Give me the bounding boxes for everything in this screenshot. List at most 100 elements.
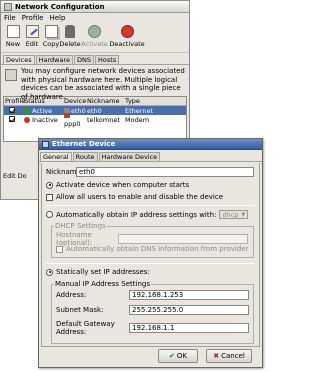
nickname-field[interactable]: eth0 xyxy=(76,167,254,177)
profile-checkbox[interactable] xyxy=(9,106,15,113)
ethernet-titlebar: Ethernet Device xyxy=(39,139,262,150)
table-row[interactable]: Active eth0 eth0 Ethernet xyxy=(4,106,186,115)
tab-hardware[interactable]: Hardware xyxy=(35,55,74,64)
copy-icon xyxy=(44,25,58,38)
static-ip-row[interactable]: Statically set IP addresses: xyxy=(46,268,150,276)
window-icon xyxy=(42,140,49,148)
menubar: File Profile Help xyxy=(1,13,189,23)
subnet-field[interactable]: 255.255.255.0 xyxy=(129,305,249,315)
col-type[interactable]: Type xyxy=(125,97,155,105)
address-field[interactable]: 192.168.1.253 xyxy=(129,290,249,300)
activate-icon xyxy=(88,25,101,38)
chevron-down-icon: ▼ xyxy=(241,211,246,218)
tab-hardware-device[interactable]: Hardware Device xyxy=(98,152,161,161)
netconfig-titlebar: Network Configuration xyxy=(1,1,189,13)
devices-info-text: You may configure network devices associ… xyxy=(21,67,185,101)
gateway-label: Default Gateway Address: xyxy=(56,320,115,336)
address-label: Address: xyxy=(56,291,87,299)
auto-ip-label: Automatically obtain IP address settings… xyxy=(56,210,217,219)
nickname-row: Nickname: eth0 xyxy=(46,167,254,177)
tab-hosts[interactable]: Hosts xyxy=(95,55,120,64)
ethernet-tabs: General Route Hardware Device xyxy=(39,152,262,162)
static-ip-label: Statically set IP addresses: xyxy=(56,268,150,276)
auto-ip-radio[interactable] xyxy=(46,211,53,218)
separator xyxy=(46,205,255,206)
tab-route[interactable]: Route xyxy=(72,152,98,161)
tab-general[interactable]: General xyxy=(40,152,72,161)
network-card-icon xyxy=(5,69,17,81)
ok-icon: ✔ xyxy=(169,352,175,360)
dialog-buttons: ✔ OK ✖ Cancel xyxy=(39,349,262,363)
activate-on-start-row[interactable]: Activate device when computer starts xyxy=(46,181,189,189)
deactivate-button[interactable]: Deactivate xyxy=(109,25,145,48)
menu-file[interactable]: File xyxy=(4,14,16,22)
hostname-field[interactable] xyxy=(118,234,248,244)
address-row: Address: 192.168.1.253 xyxy=(56,290,249,300)
profile-checkbox[interactable] xyxy=(9,115,15,122)
dhcp-method-select[interactable]: dhcp ▼ xyxy=(219,210,249,219)
edit-icon xyxy=(25,25,39,38)
auto-ip-row[interactable]: Automatically obtain IP address settings… xyxy=(46,210,249,219)
dhcp-settings-label: DHCP Settings xyxy=(54,222,107,230)
dhcp-method-value: dhcp xyxy=(222,210,239,219)
edit-devices-label: Edit Do xyxy=(3,172,27,180)
gateway-row: Default Gateway Address: 192.168.1.1 xyxy=(56,320,249,336)
device-table: Profile Status Device Nickname Type Acti… xyxy=(3,96,187,142)
active-status-icon xyxy=(24,107,30,114)
ethernet-title: Ethernet Device xyxy=(52,140,116,148)
ok-button[interactable]: ✔ OK xyxy=(158,349,198,363)
cancel-button[interactable]: ✖ Cancel xyxy=(206,349,252,363)
activate-on-start-checkbox[interactable] xyxy=(46,181,53,189)
netconfig-title: Network Configuration xyxy=(15,2,105,11)
delete-icon xyxy=(65,25,75,38)
tab-devices[interactable]: Devices xyxy=(3,55,35,64)
auto-dns-label: Automatically obtain DNS information fro… xyxy=(66,245,249,253)
auto-dns-row[interactable]: Automatically obtain DNS information fro… xyxy=(56,245,248,253)
row-nickname: eth0 xyxy=(87,106,102,115)
table-row[interactable]: Inactive ppp0 telkomnet Modem xyxy=(4,113,186,128)
row-status: Inactive xyxy=(32,115,58,124)
copy-button[interactable]: Copy xyxy=(42,25,60,48)
cancel-icon: ✖ xyxy=(213,352,220,360)
new-button[interactable]: New xyxy=(4,25,22,48)
subnet-label: Subnet Mask: xyxy=(56,306,104,314)
subnet-row: Subnet Mask: 255.255.255.0 xyxy=(56,305,249,315)
activate-on-start-label: Activate device when computer starts xyxy=(56,181,190,189)
row-status: Active xyxy=(32,106,53,115)
cancel-label: Cancel xyxy=(221,352,245,360)
edit-button[interactable]: Edit xyxy=(23,25,41,48)
delete-label: Delete xyxy=(59,40,81,48)
row-type: Ethernet xyxy=(125,106,153,115)
activate-label: Activate xyxy=(81,40,108,48)
tab-dns[interactable]: DNS xyxy=(74,55,95,64)
row-type: Modem xyxy=(125,115,150,124)
copy-label: Copy xyxy=(42,40,60,48)
auto-dns-checkbox[interactable] xyxy=(56,245,63,253)
allow-users-label: Allow all users to enable and disable th… xyxy=(56,193,224,201)
delete-button[interactable]: Delete xyxy=(59,25,81,48)
col-nickname[interactable]: Nickname xyxy=(87,97,125,105)
manual-ip-group-label: Manual IP Address Settings xyxy=(54,280,151,288)
deactivate-label: Deactivate xyxy=(109,40,145,48)
deactivate-icon xyxy=(120,25,134,38)
gateway-field[interactable]: 192.168.1.1 xyxy=(129,323,249,333)
netconfig-tabs: Devices Hardware DNS Hosts xyxy=(1,55,189,65)
col-status[interactable]: Status xyxy=(24,97,64,105)
modem-icon xyxy=(64,113,70,118)
menu-help[interactable]: Help xyxy=(49,14,65,22)
devices-info: You may configure network devices associ… xyxy=(1,65,189,101)
ok-label: OK xyxy=(176,352,187,360)
device-table-header: Profile Status Device Nickname Type xyxy=(4,97,186,106)
menu-profile[interactable]: Profile xyxy=(22,14,44,22)
ethernet-device-dialog: Ethernet Device General Route Hardware D… xyxy=(38,138,263,368)
row-nickname: telkomnet xyxy=(87,115,120,124)
activate-button[interactable]: Activate xyxy=(80,25,109,48)
allow-users-row[interactable]: Allow all users to enable and disable th… xyxy=(46,193,223,201)
window-icon xyxy=(4,2,12,11)
allow-users-checkbox[interactable] xyxy=(46,193,53,201)
col-profile[interactable]: Profile xyxy=(4,97,25,105)
static-ip-radio[interactable] xyxy=(46,268,53,276)
new-icon xyxy=(6,25,20,38)
col-device[interactable]: Device xyxy=(64,97,87,105)
general-panel: Nickname: eth0 Activate device when comp… xyxy=(41,163,260,347)
